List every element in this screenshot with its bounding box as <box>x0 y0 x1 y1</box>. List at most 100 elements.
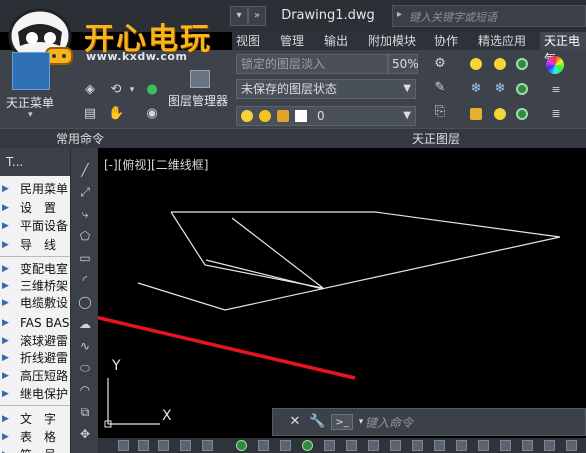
status-osnap-icon[interactable] <box>236 440 247 451</box>
circle-icon[interactable]: ◯ <box>77 294 93 310</box>
revcloud-icon[interactable]: ☁ <box>77 316 93 332</box>
search-expand-icon[interactable]: ▸ <box>397 9 407 23</box>
palette-item-hv-short-circuit[interactable]: ▶ 高压短路 <box>0 367 70 385</box>
status-isolate-icon[interactable] <box>456 440 467 451</box>
palette-item-plan-device[interactable]: ▶ 平面设备 <box>0 217 70 235</box>
status-annotation-icon[interactable] <box>346 440 357 451</box>
palette-item-civil-menu[interactable]: ▶ 民用菜单 <box>0 180 70 198</box>
tz-menu-icon[interactable] <box>12 52 50 90</box>
layer-color-swatch[interactable] <box>295 110 307 122</box>
palette-item-cable-laying[interactable]: ▶ 电缆敷设 <box>0 294 70 312</box>
status-customize-icon[interactable] <box>522 440 533 451</box>
status-snap-icon[interactable] <box>158 440 169 451</box>
rectangle-icon[interactable]: ▭ <box>77 250 93 266</box>
make-block-icon[interactable]: ✥ <box>77 426 93 442</box>
properties-icon[interactable]: ◈ <box>82 82 98 98</box>
command-prompt-icon[interactable]: >_ <box>331 414 353 430</box>
status-selection-icon[interactable] <box>324 440 335 451</box>
polyline-icon[interactable]: ⤷ <box>77 206 93 222</box>
layer-stack-icon[interactable] <box>190 70 210 88</box>
freeze-icon[interactable]: ❄ <box>468 81 484 97</box>
color-wheel-icon[interactable] <box>546 56 564 74</box>
thaw-icon[interactable]: ❄ <box>492 81 508 97</box>
tab-collaborate[interactable]: 协作 <box>434 32 458 50</box>
palette-item-3d-tray[interactable]: ▶ 三维桥架 <box>0 277 70 295</box>
bulb-on-icon[interactable] <box>241 110 253 122</box>
status-menu-icon[interactable] <box>544 440 555 451</box>
status-units-icon[interactable] <box>390 440 401 451</box>
search-input[interactable]: ▸ 键入关键字或短语 <box>392 5 586 27</box>
layer-state-dropdown[interactable]: 未保存的图层状态 ▼ <box>236 79 416 99</box>
status-ortho-icon[interactable] <box>180 440 191 451</box>
tab-tz-electrical[interactable]: 天正电气 <box>540 32 586 66</box>
status-quick-props-icon[interactable] <box>412 440 423 451</box>
palette-item-rolling-sphere[interactable]: ▶ 滚球避雷 <box>0 332 70 350</box>
viewport-controls[interactable]: [-][俯视][二维线框] <box>104 156 208 173</box>
arc-icon[interactable]: ◜ <box>77 272 93 288</box>
linetype-icon[interactable]: ≣ <box>548 106 564 122</box>
wrench-icon[interactable]: 🔧 <box>309 414 325 430</box>
lock-icon[interactable] <box>277 110 289 122</box>
layer-locked-fade-field[interactable]: 锁定的图层淡入 <box>236 54 388 74</box>
status-otrack-icon[interactable] <box>258 440 269 451</box>
layer-off-icon[interactable] <box>516 108 528 120</box>
palette-item-polyline-lightning[interactable]: ▶ 折线避雷 <box>0 349 70 367</box>
status-model-icon[interactable] <box>118 440 129 451</box>
bulb-icon[interactable] <box>470 58 482 70</box>
layer-edit-icon[interactable]: ✎ <box>432 80 448 96</box>
tab-view[interactable]: 视图 <box>236 32 260 50</box>
command-input[interactable]: 键入命令 <box>365 414 583 432</box>
palette-item-relay-protection[interactable]: ▶ 继电保护 <box>0 385 70 403</box>
palette-item-symbol[interactable]: ▶ 符 号 <box>0 446 70 453</box>
pan-hand-icon[interactable]: ✋ <box>108 106 124 122</box>
tab-featured-apps[interactable]: 精选应用 <box>478 32 526 50</box>
layer-unlock-icon[interactable] <box>494 108 506 120</box>
ellipse-icon[interactable]: ⬭ <box>77 360 93 376</box>
sun-icon[interactable] <box>259 110 271 122</box>
status-clean-screen-icon[interactable] <box>500 440 511 451</box>
qat-dropdown-button[interactable]: ▾ <box>230 6 248 26</box>
eye-icon[interactable]: ◉ <box>144 106 160 122</box>
layer-lock-icon[interactable] <box>470 108 482 120</box>
palette-item-settings[interactable]: ▶ 设 置 <box>0 199 70 217</box>
current-layer-dropdown[interactable]: 0 ▼ <box>236 106 416 126</box>
status-hardware-icon[interactable] <box>478 440 489 451</box>
tab-manage[interactable]: 管理 <box>280 32 304 50</box>
layer-manager-button[interactable]: 图层管理器 <box>168 92 234 109</box>
status-lineweight-icon[interactable] <box>280 440 291 451</box>
match-icon[interactable]: ● <box>144 82 160 98</box>
tab-output[interactable]: 输出 <box>324 32 348 50</box>
spline-icon[interactable]: ∿ <box>77 338 93 354</box>
status-grid-icon[interactable] <box>138 440 149 451</box>
insert-block-icon[interactable]: ⧉ <box>77 404 93 420</box>
drawing-canvas[interactable]: Y X <box>98 148 586 438</box>
palette-item-table[interactable]: ▶ 表 格 <box>0 428 70 446</box>
palette-item-text[interactable]: ▶ 文 字 <box>0 410 70 428</box>
palette-item-wire[interactable]: ▶ 导 线 <box>0 236 70 254</box>
layer-fade-percent[interactable]: 50% <box>388 54 419 74</box>
isolate-icon[interactable] <box>516 58 528 70</box>
tab-addins[interactable]: 附加模块 <box>368 32 416 50</box>
paste-icon[interactable]: ▤ <box>82 106 98 122</box>
ellipse-arc-icon[interactable]: ◠ <box>77 382 93 398</box>
status-workspace-icon[interactable] <box>368 440 379 451</box>
palette-item-fas-bas[interactable]: ▶ FAS BAS <box>0 314 70 332</box>
palette-item-substation[interactable]: ▶ 变配电室 <box>0 260 70 278</box>
layer-on-icon[interactable] <box>516 83 528 95</box>
qat-expand-button[interactable]: » <box>248 6 266 26</box>
close-icon[interactable]: ✕ <box>287 414 303 430</box>
rotate-icon[interactable]: ⟲ <box>108 82 124 98</box>
status-transparency-icon[interactable] <box>302 440 313 451</box>
status-polar-icon[interactable] <box>202 440 213 451</box>
polygon-icon[interactable]: ⬠ <box>77 228 93 244</box>
layer-copy-icon[interactable]: ⎘ <box>432 104 448 120</box>
rotate-caret-icon[interactable]: ▾ <box>124 82 140 98</box>
bulb-icon[interactable] <box>494 58 506 70</box>
tz-menu-caret-icon[interactable]: ▾ <box>28 110 33 120</box>
construction-line-icon[interactable]: ⤢ <box>77 184 93 200</box>
tz-menu-label[interactable]: 天正菜单 <box>6 94 54 111</box>
line-icon[interactable]: ╱ <box>77 162 93 178</box>
layer-tool-icon[interactable]: ⚙ <box>432 56 448 72</box>
lineweight-icon[interactable]: ≡ <box>548 82 564 98</box>
status-extra-icon[interactable] <box>566 440 577 451</box>
